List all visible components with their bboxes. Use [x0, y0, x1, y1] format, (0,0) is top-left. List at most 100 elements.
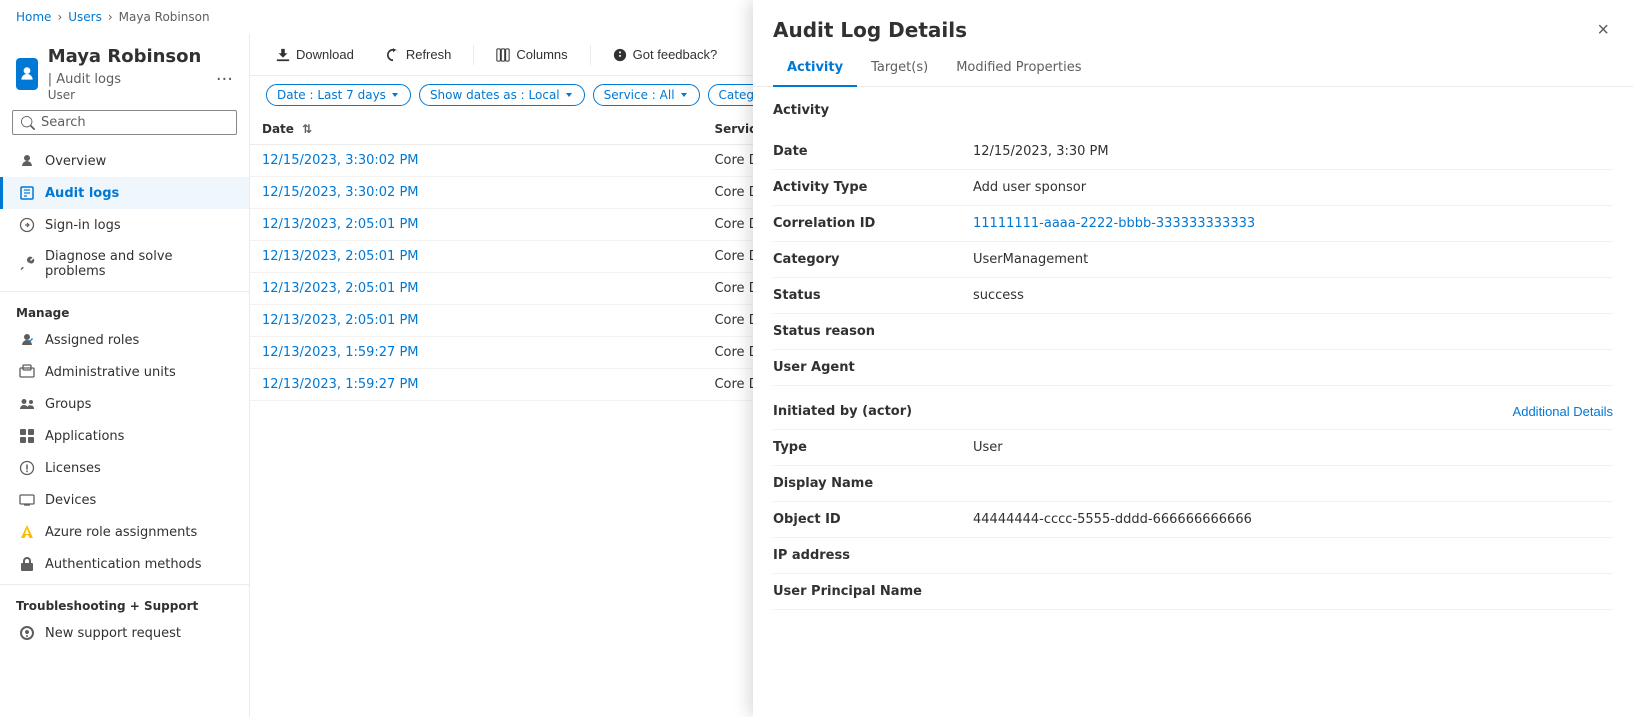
panel-tabs: Activity Target(s) Modified Properties: [753, 52, 1633, 87]
nav-admin-units[interactable]: Administrative units: [0, 356, 249, 388]
manage-section-label: Manage: [0, 291, 249, 324]
detail-value: UserManagement: [973, 252, 1613, 267]
panel-close-button[interactable]: ×: [1593, 16, 1613, 44]
feedback-button[interactable]: Got feedback?: [603, 42, 728, 67]
nav-new-support[interactable]: New support request: [0, 617, 249, 649]
filter-date[interactable]: Date : Last 7 days: [266, 84, 411, 106]
tab-targets[interactable]: Target(s): [857, 52, 942, 87]
cell-date[interactable]: 12/13/2023, 2:05:01 PM: [250, 209, 702, 241]
sidebar-search-container: Search: [0, 110, 249, 145]
toolbar-divider: [473, 45, 474, 65]
signin-icon: [19, 217, 35, 233]
refresh-icon: [386, 48, 400, 62]
nav-devices[interactable]: Devices: [0, 484, 249, 516]
columns-button[interactable]: Columns: [486, 42, 577, 67]
azure-icon: [19, 524, 35, 540]
detail-label: Status: [773, 288, 973, 303]
detail-row: Correlation ID 11111111-aaaa-2222-bbbb-3…: [773, 206, 1613, 242]
user-avatar-icon: [16, 58, 38, 90]
detail-value[interactable]: 11111111-aaaa-2222-bbbb-333333333333: [973, 216, 1613, 231]
nav-assigned-roles[interactable]: Assigned roles: [0, 324, 249, 356]
chevron-down-icon: [564, 90, 574, 100]
nav-signin-logs[interactable]: Sign-in logs: [0, 209, 249, 241]
detail-label: Date: [773, 144, 973, 159]
tab-modified-properties[interactable]: Modified Properties: [942, 52, 1095, 87]
nav-auth-methods[interactable]: Authentication methods: [0, 548, 249, 580]
devices-icon: [19, 492, 35, 508]
nav-licenses[interactable]: Licenses: [0, 452, 249, 484]
person-icon: [19, 153, 35, 169]
detail-row: Status reason: [773, 314, 1613, 350]
nav-overview[interactable]: Overview: [0, 145, 249, 177]
page-title: Maya Robinson | Audit logs: [48, 46, 206, 88]
actor-detail-label: Object ID: [773, 512, 973, 527]
cell-date[interactable]: 12/13/2023, 2:05:01 PM: [250, 273, 702, 305]
actor-detail-value: 44444444-cccc-5555-dddd-666666666666: [973, 512, 1613, 527]
sidebar: Maya Robinson | Audit logs User ... Sear…: [0, 34, 250, 717]
filter-service[interactable]: Service : All: [593, 84, 700, 106]
wrench-icon: [19, 256, 35, 272]
actor-detail-row: Object ID 44444444-cccc-5555-dddd-666666…: [773, 502, 1613, 538]
actor-detail-label: Type: [773, 440, 973, 455]
actor-detail-row: IP address: [773, 538, 1613, 574]
breadcrumb-home[interactable]: Home: [16, 10, 51, 24]
detail-label: Correlation ID: [773, 216, 973, 231]
audit-icon: [19, 185, 35, 201]
cell-date[interactable]: 12/15/2023, 3:30:02 PM: [250, 145, 702, 177]
actor-detail-row: Display Name: [773, 466, 1613, 502]
detail-row: Date 12/15/2023, 3:30 PM: [773, 134, 1613, 170]
activity-section-title: Activity: [773, 103, 1613, 122]
actor-detail-label: User Principal Name: [773, 584, 973, 599]
nav-azure-roles[interactable]: Azure role assignments: [0, 516, 249, 548]
search-icon: [21, 116, 35, 130]
chevron-down-icon: [390, 90, 400, 100]
toolbar-divider-2: [590, 45, 591, 65]
cell-date[interactable]: 12/13/2023, 1:59:27 PM: [250, 369, 702, 401]
columns-icon: [496, 48, 510, 62]
cell-date[interactable]: 12/13/2023, 2:05:01 PM: [250, 241, 702, 273]
detail-row: Activity Type Add user sponsor: [773, 170, 1613, 206]
sidebar-header: Maya Robinson | Audit logs User ...: [0, 34, 249, 110]
chevron-down-icon: [679, 90, 689, 100]
admin-icon: [19, 364, 35, 380]
cell-date[interactable]: 12/13/2023, 2:05:01 PM: [250, 305, 702, 337]
detail-label: Activity Type: [773, 180, 973, 195]
support-icon: [19, 625, 35, 641]
nav-audit-logs[interactable]: Audit logs: [0, 177, 249, 209]
detail-value: 12/15/2023, 3:30 PM: [973, 144, 1613, 159]
detail-value: success: [973, 288, 1613, 303]
cell-date[interactable]: 12/15/2023, 3:30:02 PM: [250, 177, 702, 209]
breadcrumb-users[interactable]: Users: [68, 10, 102, 24]
actor-detail-row: User Principal Name: [773, 574, 1613, 610]
cell-date[interactable]: 12/13/2023, 1:59:27 PM: [250, 337, 702, 369]
roles-icon: [19, 332, 35, 348]
actor-detail-row: Type User: [773, 430, 1613, 466]
tab-activity[interactable]: Activity: [773, 52, 857, 87]
actor-detail-value: User: [973, 440, 1613, 455]
troubleshoot-section-label: Troubleshooting + Support: [0, 584, 249, 617]
filter-dates-as[interactable]: Show dates as : Local: [419, 84, 585, 106]
detail-label: Category: [773, 252, 973, 267]
more-options-button[interactable]: ...: [216, 64, 233, 85]
detail-row: Category UserManagement: [773, 242, 1613, 278]
search-box[interactable]: Search: [12, 110, 237, 135]
auth-icon: [19, 556, 35, 572]
download-button[interactable]: Download: [266, 42, 364, 67]
panel-body: Activity Date 12/15/2023, 3:30 PM Activi…: [753, 87, 1633, 717]
col-date[interactable]: Date ⇅: [250, 114, 702, 145]
refresh-button[interactable]: Refresh: [376, 42, 462, 67]
license-icon: [19, 460, 35, 476]
additional-details-button[interactable]: Additional Details: [1513, 404, 1613, 419]
breadcrumb-current: Maya Robinson: [119, 10, 210, 24]
nav-groups[interactable]: Groups: [0, 388, 249, 420]
actor-detail-label: IP address: [773, 548, 973, 563]
apps-icon: [19, 428, 35, 444]
nav-diagnose[interactable]: Diagnose and solve problems: [0, 241, 249, 287]
audit-log-details-panel: Audit Log Details × Activity Target(s) M…: [753, 0, 1633, 717]
feedback-icon: [613, 48, 627, 62]
groups-icon: [19, 396, 35, 412]
nav-applications[interactable]: Applications: [0, 420, 249, 452]
actor-detail-label: Display Name: [773, 476, 973, 491]
panel-details: Date 12/15/2023, 3:30 PM Activity Type A…: [773, 134, 1613, 386]
initiated-by-row: Initiated by (actor) Additional Details: [773, 394, 1613, 430]
